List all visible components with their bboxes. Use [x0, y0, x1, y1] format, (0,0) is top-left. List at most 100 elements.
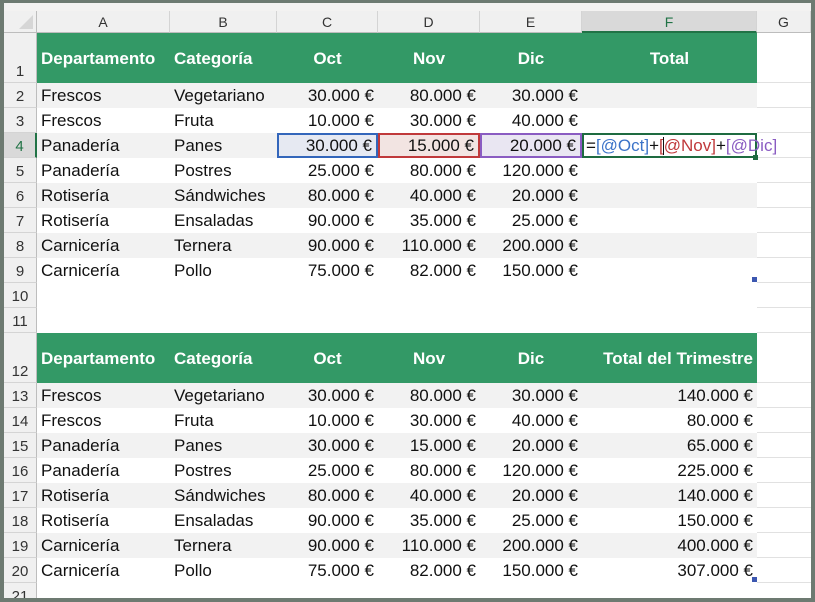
select-all-corner[interactable] [4, 11, 37, 33]
table2-cell[interactable]: 400.000 € [582, 533, 757, 558]
table1-cell[interactable]: Panadería [37, 158, 170, 183]
table1-cell[interactable]: 35.000 € [378, 208, 480, 233]
table1-cell[interactable] [582, 233, 757, 258]
table2-cell[interactable]: 80.000 € [378, 383, 480, 408]
row-header-3[interactable]: 3 [4, 108, 37, 133]
table2-cell[interactable]: 30.000 € [378, 408, 480, 433]
table1-cell[interactable]: Panes [170, 133, 277, 158]
table1-cell[interactable] [582, 208, 757, 233]
table1-cell[interactable]: Panadería [37, 133, 170, 158]
table2-cell[interactable]: 25.000 € [480, 508, 582, 533]
table1-cell[interactable] [582, 108, 757, 133]
column-header-g[interactable]: G [757, 11, 811, 33]
table1-cell[interactable]: 150.000 € [480, 258, 582, 283]
table2-cell[interactable]: Rotisería [37, 483, 170, 508]
table2-cell[interactable]: 140.000 € [582, 483, 757, 508]
table1-cell[interactable]: 120.000 € [480, 158, 582, 183]
table2-cell[interactable]: Sándwiches [170, 483, 277, 508]
table1-cell[interactable]: Carnicería [37, 233, 170, 258]
active-cell-formula[interactable]: = [@Oct] +[@Nov] + [@Dic] [582, 133, 777, 158]
table1-cell[interactable]: Sándwiches [170, 183, 277, 208]
column-header-e[interactable]: E [480, 11, 582, 33]
table1-cell[interactable]: 25.000 € [277, 158, 378, 183]
table1-cell[interactable]: 200.000 € [480, 233, 582, 258]
table2-cell[interactable]: Ensaladas [170, 508, 277, 533]
table1-cell[interactable]: 110.000 € [378, 233, 480, 258]
table2-header-4[interactable]: Dic [480, 333, 582, 383]
table2-header-1[interactable]: Categoría [170, 333, 277, 383]
column-header-d[interactable]: D [378, 11, 480, 33]
table2-cell[interactable]: 20.000 € [480, 433, 582, 458]
table1-header-3[interactable]: Nov [378, 33, 480, 83]
table2-cell[interactable]: Pollo [170, 558, 277, 583]
table1-cell[interactable]: 30.000 € [480, 83, 582, 108]
ref-cell-oct[interactable]: 30.000 € [277, 133, 378, 158]
row-header-16[interactable]: 16 [4, 458, 37, 483]
row-header-20[interactable]: 20 [4, 558, 37, 583]
table2-cell[interactable]: 80.000 € [378, 458, 480, 483]
table2-cell[interactable]: 30.000 € [480, 383, 582, 408]
row-header-17[interactable]: 17 [4, 483, 37, 508]
table2-cell[interactable]: Fruta [170, 408, 277, 433]
table1-cell[interactable]: Rotisería [37, 208, 170, 233]
table1-cell[interactable]: 20.000 € [480, 183, 582, 208]
table2-cell[interactable]: 40.000 € [480, 408, 582, 433]
table1-cell[interactable]: 10.000 € [277, 108, 378, 133]
column-header-c[interactable]: C [277, 11, 378, 33]
table1-cell[interactable]: 90.000 € [277, 233, 378, 258]
table2-cell[interactable]: 225.000 € [582, 458, 757, 483]
column-header-f[interactable]: F [582, 11, 757, 33]
table2-header-5[interactable]: Total del Trimestre [582, 333, 757, 383]
column-header-a[interactable]: A [37, 11, 170, 33]
table1-header-4[interactable]: Dic [480, 33, 582, 83]
table1-cell[interactable]: 40.000 € [378, 183, 480, 208]
table1-header-0[interactable]: Departamento [37, 33, 170, 83]
table2-cell[interactable]: 307.000 € [582, 558, 757, 583]
table2-cell[interactable]: Vegetariano [170, 383, 277, 408]
table2-cell[interactable]: 200.000 € [480, 533, 582, 558]
table1-cell[interactable]: 80.000 € [277, 183, 378, 208]
row-header-12[interactable]: 12 [4, 333, 37, 383]
table1-cell[interactable]: Ensaladas [170, 208, 277, 233]
table2-cell[interactable]: 35.000 € [378, 508, 480, 533]
table1-cell[interactable] [582, 258, 757, 283]
table2-cell[interactable]: Carnicería [37, 533, 170, 558]
row-header-11[interactable]: 11 [4, 308, 37, 333]
table1-cell[interactable]: Fruta [170, 108, 277, 133]
table2-cell[interactable]: 10.000 € [277, 408, 378, 433]
table1-cell[interactable]: Carnicería [37, 258, 170, 283]
fill-handle[interactable] [753, 155, 758, 160]
table1-cell[interactable]: 80.000 € [378, 83, 480, 108]
table1-cell[interactable]: 40.000 € [480, 108, 582, 133]
table2-cell[interactable]: Postres [170, 458, 277, 483]
row-header-18[interactable]: 18 [4, 508, 37, 533]
table2-cell[interactable]: 90.000 € [277, 533, 378, 558]
table1-cell[interactable]: 90.000 € [277, 208, 378, 233]
table2-cell[interactable]: Panadería [37, 458, 170, 483]
table1-cell[interactable] [582, 83, 757, 108]
table2-cell[interactable]: Carnicería [37, 558, 170, 583]
row-header-2[interactable]: 2 [4, 83, 37, 108]
table1-cell[interactable]: Postres [170, 158, 277, 183]
table2-cell[interactable]: 150.000 € [480, 558, 582, 583]
row-header-4[interactable]: 4 [4, 133, 37, 158]
table1-cell[interactable]: 82.000 € [378, 258, 480, 283]
row-header-10[interactable]: 10 [4, 283, 37, 308]
table2-cell[interactable]: 30.000 € [277, 383, 378, 408]
table2-cell[interactable]: 140.000 € [582, 383, 757, 408]
row-header-7[interactable]: 7 [4, 208, 37, 233]
ref-cell-nov[interactable]: 15.000 € [378, 133, 480, 158]
table1-cell[interactable]: 80.000 € [378, 158, 480, 183]
row-header-14[interactable]: 14 [4, 408, 37, 433]
table2-cell[interactable]: Panadería [37, 433, 170, 458]
table2-header-2[interactable]: Oct [277, 333, 378, 383]
table2-cell[interactable]: 120.000 € [480, 458, 582, 483]
table1-cell[interactable]: Pollo [170, 258, 277, 283]
table1-cell[interactable] [582, 158, 757, 183]
table2-cell[interactable]: Frescos [37, 408, 170, 433]
table1-cell[interactable] [582, 183, 757, 208]
table1-cell[interactable]: 30.000 € [277, 83, 378, 108]
table1-cell[interactable]: Rotisería [37, 183, 170, 208]
row-header-1[interactable]: 1 [4, 33, 37, 83]
row-header-9[interactable]: 9 [4, 258, 37, 283]
